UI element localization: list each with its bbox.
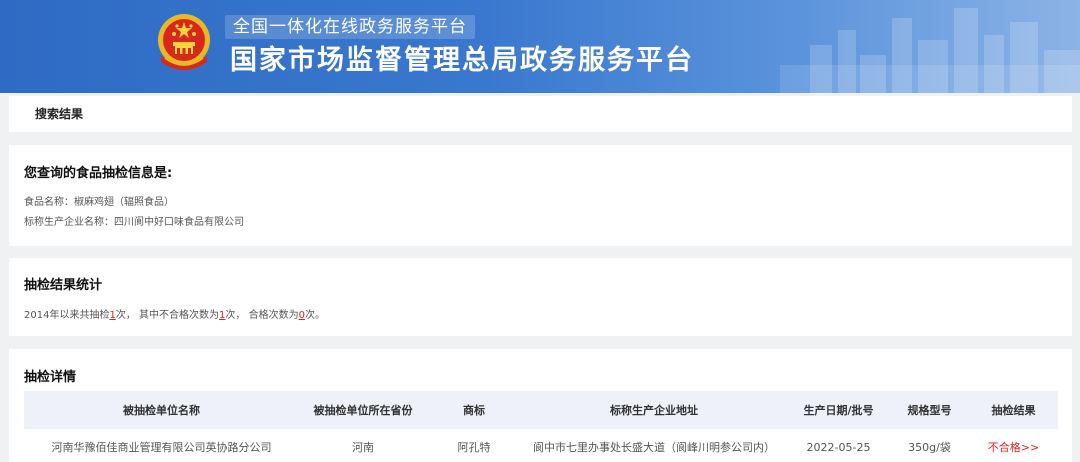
column-header: 标称生产企业地址: [521, 391, 787, 429]
header-banner: 全国一体化在线政务服务平台 国家市场监督管理总局政务服务平台: [0, 0, 1080, 93]
column-header: 商标: [427, 391, 521, 429]
cell-spec: 350g/袋: [908, 441, 951, 454]
cell-address: 阆中市七里办事处长盛大道（阆峰川明参公司内）: [533, 441, 775, 454]
column-header: 被抽检单位名称: [24, 391, 299, 429]
city-skyline-decoration: [780, 8, 1080, 93]
cell-date: 2022-05-25: [806, 440, 871, 454]
stats-title: 抽检结果统计: [24, 278, 103, 293]
breadcrumb: 搜索结果: [9, 96, 1072, 132]
subtitle-box: 全国一体化在线政务服务平台: [225, 15, 475, 39]
details-table: 被抽检单位名称 被抽检单位所在省份 商标 标称生产企业地址 生产日期/批号 规格…: [24, 391, 1058, 462]
result-fail-link[interactable]: 不合格>>: [988, 441, 1039, 454]
table-row: 河南华豫佰佳商业管理有限公司英协路分公司 河南 阿孔特 阆中市七里办事处长盛大道…: [24, 429, 1058, 462]
column-header: 被抽检单位所在省份: [299, 391, 427, 429]
producer-name-text: 标称生产企业名称：四川阆中好口味食品有限公司: [24, 217, 244, 228]
platform-subtitle: 全国一体化在线政务服务平台: [233, 17, 467, 37]
query-info-card: 您查询的食品抽检信息是: 食品名称：椒麻鸡翅（辐照食品） 标称生产企业名称：四川…: [9, 145, 1072, 246]
details-card: 抽检详情 被抽检单位名称 被抽检单位所在省份 商标 标称生产企业地址 生产日期/…: [9, 349, 1072, 462]
platform-title: 国家市场监督管理总局政务服务平台: [230, 45, 694, 76]
food-name-text: 食品名称：椒麻鸡翅（辐照食品）: [24, 197, 174, 208]
table-header-row: 被抽检单位名称 被抽检单位所在省份 商标 标称生产企业地址 生产日期/批号 规格…: [24, 391, 1058, 429]
cell-unit: 河南华豫佰佳商业管理有限公司英协路分公司: [51, 441, 272, 454]
details-title: 抽检详情: [24, 370, 77, 385]
cell-brand: 阿孔特: [457, 441, 491, 454]
stats-text-b: 次， 其中不合格次数为: [115, 310, 220, 321]
query-info-title: 您查询的食品抽检信息是:: [24, 166, 173, 181]
stats-text-c: 次， 合格次数为: [225, 310, 299, 321]
stats-card: 抽检结果统计 2014年以来共抽检1次， 其中不合格次数为1次， 合格次数为0次…: [9, 258, 1072, 336]
stats-text-d: 次。: [304, 310, 325, 321]
cell-province: 河南: [352, 441, 374, 454]
cell-result: 不合格>>: [969, 429, 1058, 462]
column-header: 生产日期/批号: [787, 391, 890, 429]
column-header: 规格型号: [890, 391, 969, 429]
national-emblem-icon: [158, 14, 210, 70]
stats-summary: 2014年以来共抽检1次， 其中不合格次数为1次， 合格次数为0次。: [24, 306, 325, 321]
tab-search-results[interactable]: 搜索结果: [35, 96, 83, 132]
column-header: 抽检结果: [969, 391, 1058, 429]
stats-text-a: 2014年以来共抽检: [24, 310, 110, 321]
